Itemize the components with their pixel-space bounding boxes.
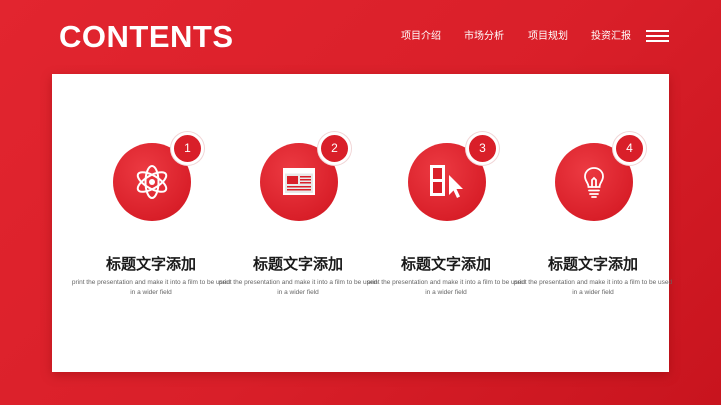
- hamburger-menu-icon[interactable]: [646, 30, 669, 42]
- card-description: print the presentation and make it into …: [71, 279, 231, 296]
- card-number-badge: 3: [466, 132, 499, 165]
- card-number-badge: 4: [613, 132, 646, 165]
- content-card-4[interactable]: 4 标题文字添加 print the presentation and make…: [514, 74, 672, 372]
- card-number-badge: 1: [171, 132, 204, 165]
- card-description: print the presentation and make it into …: [513, 279, 673, 296]
- card-description: print the presentation and make it into …: [218, 279, 378, 296]
- nav-item-project-intro[interactable]: 项目介绍: [401, 30, 441, 44]
- card-number-badge: 2: [318, 132, 351, 165]
- card-title: 标题文字添加: [400, 256, 491, 273]
- content-card-1[interactable]: 1 标题文字添加 print the presentation and make…: [72, 74, 230, 372]
- nav-item-investment-report[interactable]: 投资汇报: [591, 30, 631, 44]
- contents-panel: 1 标题文字添加 print the presentation and make…: [52, 74, 672, 372]
- content-card-2[interactable]: 2 标题文字添加 print the presentation and make…: [219, 74, 377, 372]
- card-title: 标题文字添加: [252, 256, 343, 273]
- card-title: 标题文字添加: [547, 256, 638, 273]
- nav-item-market-analysis[interactable]: 市场分析: [464, 30, 504, 44]
- nav-item-project-planning[interactable]: 项目规划: [528, 30, 568, 44]
- content-card-3[interactable]: 3 标题文字添加 print the presentation and make…: [367, 74, 525, 372]
- top-nav: 项目介绍 市场分析 项目规划 投资汇报: [0, 30, 721, 44]
- card-description: print the presentation and make it into …: [366, 279, 526, 296]
- card-title: 标题文字添加: [105, 256, 196, 273]
